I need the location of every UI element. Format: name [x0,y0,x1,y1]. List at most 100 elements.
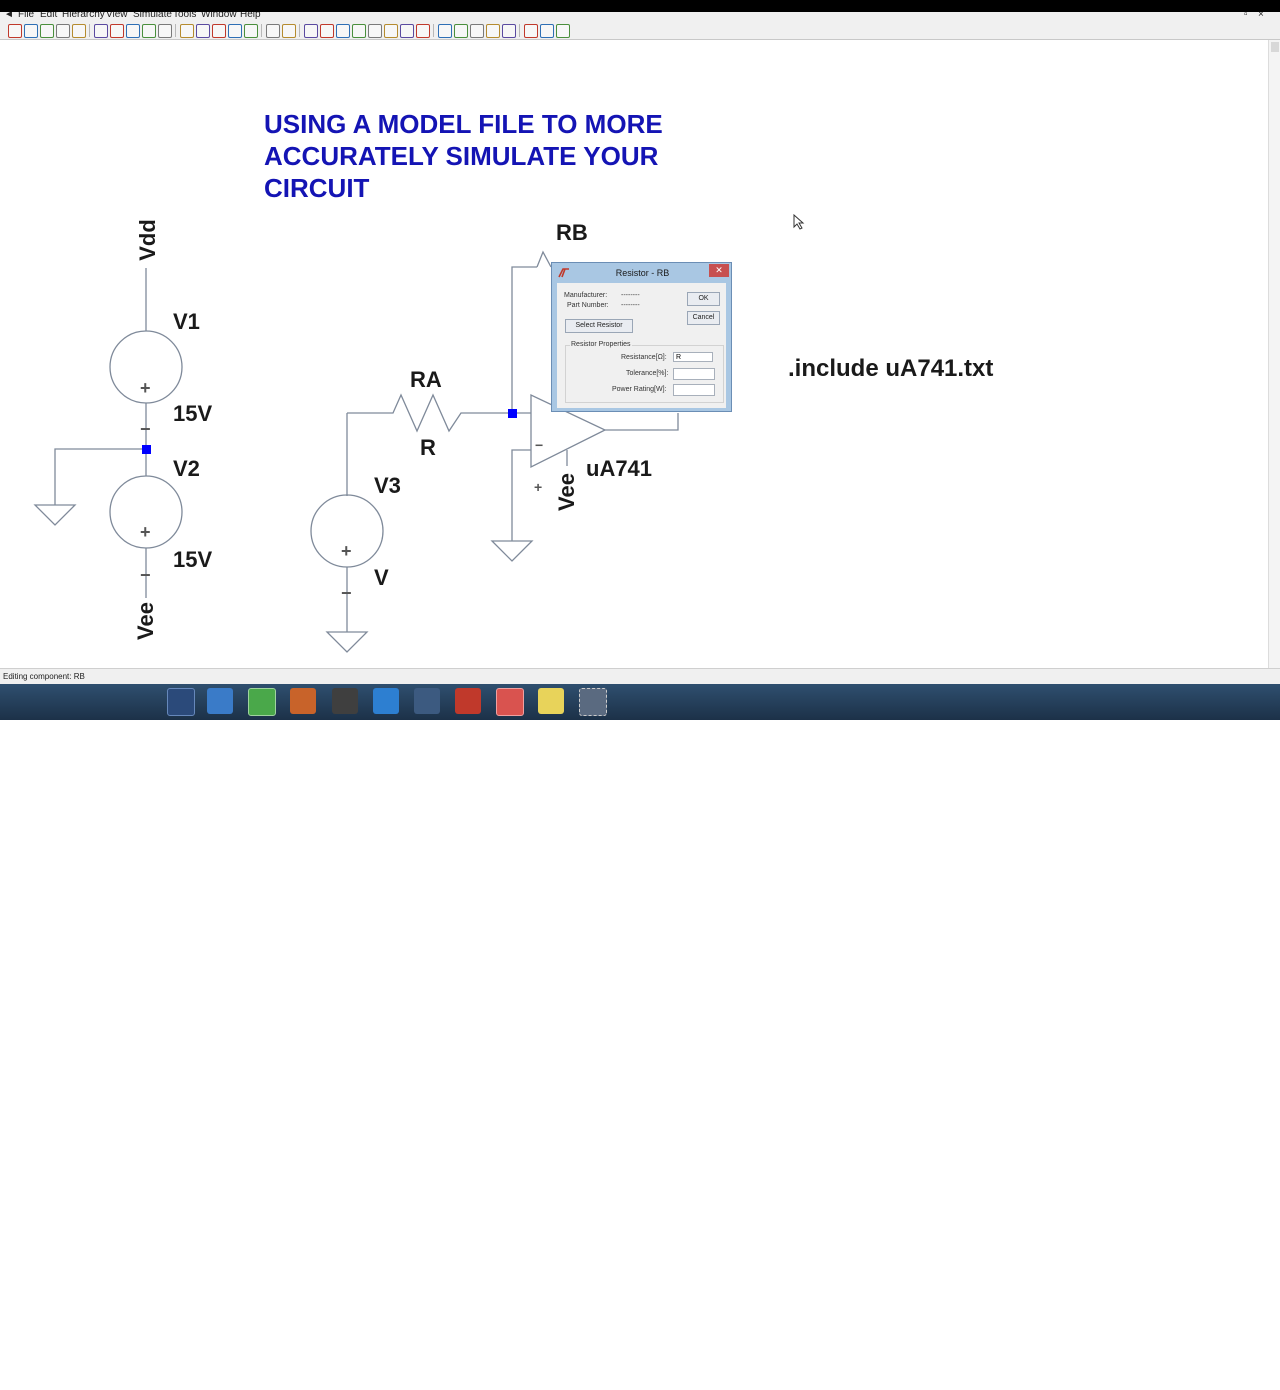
wire-ground-left [54,448,146,505]
drag-icon[interactable] [454,24,468,38]
taskbar-app-icon-1[interactable] [167,688,195,716]
taskbar-app-icon-2[interactable] [207,688,233,714]
move-icon[interactable] [438,24,452,38]
ground-icon[interactable] [320,24,334,38]
label-icon[interactable] [336,24,350,38]
taskbar-app-icon-7[interactable] [414,688,440,714]
part-number-label: Part Number: [567,302,609,309]
menu-help[interactable]: Help [240,12,261,20]
dialog-close-button[interactable]: ✕ [709,264,729,277]
taskbar-app-icon-10[interactable] [538,688,564,714]
vertical-scrollbar[interactable] [1268,40,1280,668]
v2-label[interactable]: V2 [173,458,200,480]
menu-bar: ◄ File Edit Hierarchy View Simulate Tool… [0,12,1280,22]
power-rating-input[interactable] [673,384,715,396]
resistor-dialog: Resistor - RB ✕ Manufacturer: -------- P… [551,262,732,412]
resistor-icon[interactable] [352,24,366,38]
print-preview-icon[interactable] [282,24,296,38]
dialog-body: Manufacturer: -------- Part Number: ----… [557,283,726,408]
ok-button[interactable]: OK [687,292,720,306]
v1-plus: + [140,378,151,398]
clock-time[interactable]: 4:44 PM [1240,1371,1266,1378]
zoom-in-icon[interactable] [110,24,124,38]
select-resistor-button[interactable]: Select Resistor [565,319,633,333]
redo-icon[interactable] [486,24,500,38]
diode-icon[interactable] [400,24,414,38]
component-icon[interactable] [416,24,430,38]
v3-value[interactable]: V [374,567,389,589]
menu-window[interactable]: Window [201,12,237,20]
app-menu-icon[interactable]: ◄ [4,12,14,20]
schematic-title: USING A MODEL FILE TO MORE ACCURATELY SI… [264,108,663,204]
spice-include-directive[interactable]: .include uA741.txt [788,355,993,383]
close-icon[interactable] [244,24,258,38]
net-label-vee-left[interactable]: Vee [133,602,158,640]
v2-value[interactable]: 15V [173,549,212,571]
toolbar-separator [261,24,262,37]
window-close-icon[interactable]: × [1258,12,1264,20]
status-text: Editing component: RB [3,672,85,681]
tolerance-input[interactable] [673,368,715,380]
halt-icon[interactable] [94,24,108,38]
print-icon[interactable] [266,24,280,38]
opamp-label[interactable]: uA741 [586,458,652,480]
rb-resistor [536,250,552,268]
taskbar-app-icon-6[interactable] [373,688,399,714]
autorange-icon[interactable] [180,24,194,38]
menu-file[interactable]: File [18,12,34,20]
language-indicator[interactable]: ENG [1210,1376,1225,1383]
ra-label[interactable]: RA [410,369,442,391]
ground-symbol-v3 [325,631,369,653]
net-label-vee-opamp[interactable]: Vee [554,473,579,511]
undo-icon[interactable] [470,24,484,38]
menu-simulate[interactable]: Simulate [133,12,172,20]
taskbar-ltspice-icon[interactable] [496,688,524,716]
run-icon[interactable] [72,24,86,38]
open-icon[interactable] [24,24,38,38]
title-line-1: USING A MODEL FILE TO MORE [264,109,663,139]
taskbar-app-icon-8[interactable] [455,688,481,714]
opamp-minus: − [535,437,544,453]
tile-icon[interactable] [212,24,226,38]
control-panel-icon[interactable] [56,24,70,38]
capacitor-icon[interactable] [368,24,382,38]
window-minimize-icon[interactable]: ▫ [1244,12,1248,20]
spice-directive-icon[interactable] [556,24,570,38]
v1-value[interactable]: 15V [173,403,212,425]
mirror-icon[interactable] [524,24,538,38]
v1-label[interactable]: V1 [173,311,200,333]
text-icon[interactable] [540,24,554,38]
menu-hierarchy[interactable]: Hierarchy [62,12,105,20]
v3-label[interactable]: V3 [374,475,401,497]
ra-resistor [347,393,512,433]
taskbar-app-icon-3[interactable] [248,688,276,716]
inductor-icon[interactable] [384,24,398,38]
rb-label[interactable]: RB [556,222,588,244]
v3-plus: + [341,541,352,561]
clock-date[interactable]: 9/27/2014 [1236,1382,1267,1389]
menu-tools[interactable]: Tools [173,12,196,20]
save-icon[interactable] [40,24,54,38]
ra-value[interactable]: R [420,437,436,459]
pick-visible-icon[interactable] [196,24,210,38]
toolbar-separator [433,24,434,37]
rotate-icon[interactable] [502,24,516,38]
menu-edit[interactable]: Edit [40,12,57,20]
ground-symbol-left [33,504,77,526]
taskbar-app-icon-11[interactable] [579,688,607,716]
zoom-fit-icon[interactable] [158,24,172,38]
group-label: Resistor Properties [570,341,632,348]
cascade-icon[interactable] [228,24,242,38]
part-number-value: -------- [621,302,640,309]
v1-minus: − [140,419,151,439]
pan-icon[interactable] [126,24,140,38]
menu-view[interactable]: View [106,12,128,20]
cancel-button[interactable]: Cancel [687,311,720,325]
net-label-vdd[interactable]: Vdd [135,219,160,261]
wire-icon[interactable] [304,24,318,38]
resistance-input[interactable]: R [673,352,713,362]
taskbar-app-icon-4[interactable] [290,688,316,714]
zoom-out-icon[interactable] [142,24,156,38]
taskbar-app-icon-5[interactable] [332,688,358,714]
new-schematic-icon[interactable] [8,24,22,38]
